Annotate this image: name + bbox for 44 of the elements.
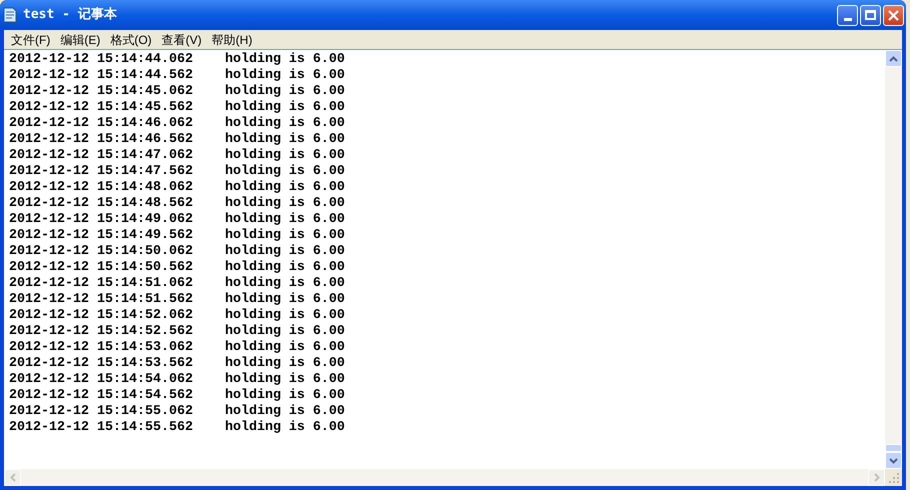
text-line: 2012-12-12 15:14:45.562 holding is 6.00 xyxy=(9,100,345,116)
menu-item[interactable]: 格式(O) xyxy=(105,30,157,48)
text-line: 2012-12-12 15:14:52.062 holding is 6.00 xyxy=(9,308,345,324)
text-line: 2012-12-12 15:14:49.562 holding is 6.00 xyxy=(9,228,345,244)
menu-item[interactable]: 编辑(E) xyxy=(55,30,106,48)
up-chevron-icon xyxy=(889,56,898,62)
menu-item[interactable]: 查看(V) xyxy=(156,30,207,48)
text-line: 2012-12-12 15:14:48.562 holding is 6.00 xyxy=(9,196,345,212)
text-line: 2012-12-12 15:14:52.562 holding is 6.00 xyxy=(9,324,345,340)
text-line: 2012-12-12 15:14:48.062 holding is 6.00 xyxy=(9,180,345,196)
text-line: 2012-12-12 15:14:55.562 holding is 6.00 xyxy=(9,420,345,436)
text-line: 2012-12-12 15:14:55.062 holding is 6.00 xyxy=(9,404,345,420)
text-line: 2012-12-12 15:14:50.562 holding is 6.00 xyxy=(9,260,345,276)
menu-item[interactable]: 文件(F) xyxy=(6,30,56,48)
text-line: 2012-12-12 15:14:51.562 holding is 6.00 xyxy=(9,292,345,308)
scroll-down-button[interactable] xyxy=(885,452,902,469)
text-line: 2012-12-12 15:14:45.062 holding is 6.00 xyxy=(9,84,345,100)
close-icon xyxy=(888,10,899,20)
text-line: 2012-12-12 15:14:53.062 holding is 6.00 xyxy=(9,340,345,356)
text-line: 2012-12-12 15:14:46.062 holding is 6.00 xyxy=(9,116,345,132)
minimize-button[interactable] xyxy=(837,4,858,26)
maximize-button[interactable] xyxy=(860,4,881,26)
left-chevron-icon xyxy=(10,473,16,482)
close-button[interactable] xyxy=(883,4,904,26)
notepad-icon xyxy=(3,7,17,23)
down-chevron-icon xyxy=(889,458,898,464)
text-line: 2012-12-12 15:14:47.062 holding is 6.00 xyxy=(9,148,345,164)
vertical-scrollbar[interactable] xyxy=(885,50,902,469)
resize-grip-icon[interactable] xyxy=(885,469,902,486)
text-line: 2012-12-12 15:14:44.562 holding is 6.00 xyxy=(9,68,345,84)
text-line: 2012-12-12 15:14:54.062 holding is 6.00 xyxy=(9,372,345,388)
scroll-thumb[interactable] xyxy=(885,444,902,452)
text-line: 2012-12-12 15:14:53.562 holding is 6.00 xyxy=(9,356,345,372)
text-line: 2012-12-12 15:14:46.562 holding is 6.00 xyxy=(9,132,345,148)
text-line: 2012-12-12 15:14:49.062 holding is 6.00 xyxy=(9,212,345,228)
window-title: test - 记事本 xyxy=(23,6,117,24)
text-line: 2012-12-12 15:14:54.562 holding is 6.00 xyxy=(9,388,345,404)
text-line: 2012-12-12 15:14:51.062 holding is 6.00 xyxy=(9,276,345,292)
text-line: 2012-12-12 15:14:47.562 holding is 6.00 xyxy=(9,164,345,180)
menu-item[interactable]: 帮助(H) xyxy=(206,30,258,48)
scroll-up-button[interactable] xyxy=(885,50,902,67)
text-line: 2012-12-12 15:14:44.062 holding is 6.00 xyxy=(9,52,345,68)
right-chevron-icon xyxy=(874,473,880,482)
text-line: 2012-12-12 15:14:50.062 holding is 6.00 xyxy=(9,244,345,260)
